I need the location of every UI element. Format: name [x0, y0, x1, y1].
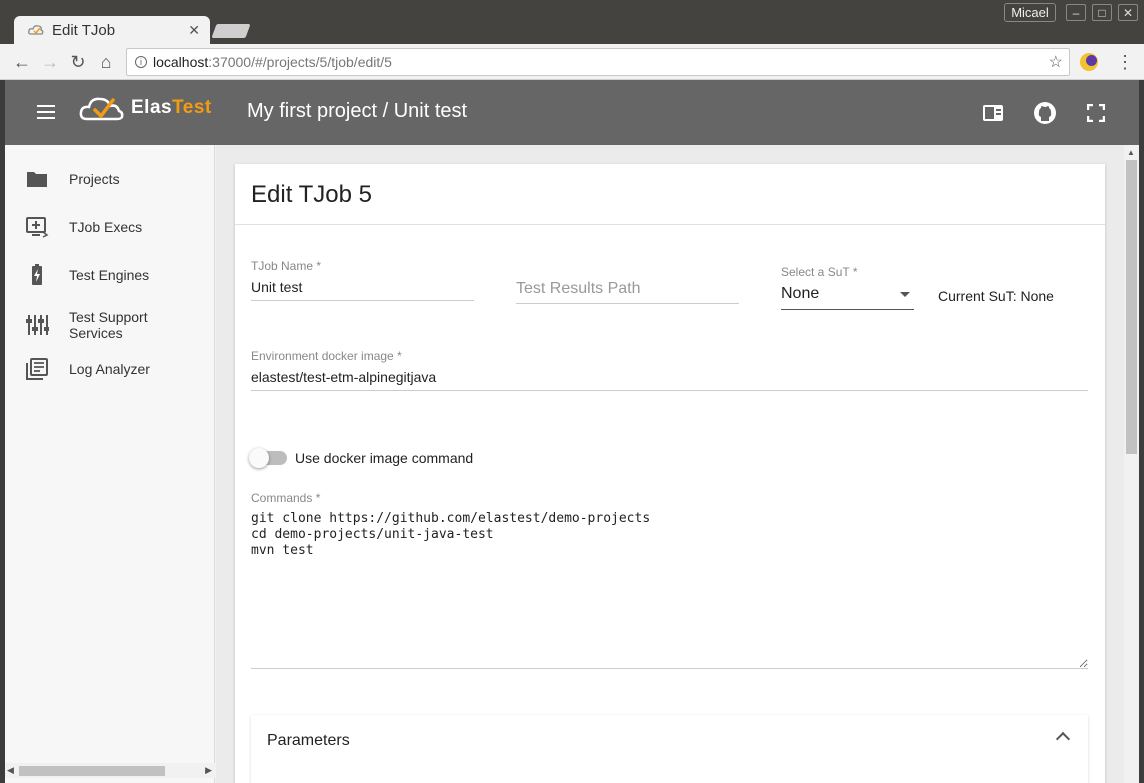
commands-label: Commands *: [251, 491, 321, 505]
docker-image-label: Environment docker image *: [251, 349, 402, 363]
sidebar-item-test-support-services[interactable]: Test Support Services: [5, 309, 215, 341]
reload-icon[interactable]: ↻: [68, 52, 88, 72]
tab-title: Edit TJob: [52, 21, 116, 39]
sidebar-item-tjob-execs[interactable]: TJob Execs: [5, 215, 215, 239]
sidebar-item-test-engines[interactable]: Test Engines: [5, 263, 215, 287]
docker-image-field[interactable]: Environment docker image * elastest/test…: [251, 349, 1088, 391]
test-results-path-input[interactable]: Test Results Path: [516, 280, 739, 304]
browser-titlebar: Edit TJob ✕ Micael – □ ✕: [0, 0, 1144, 44]
elastest-logo[interactable]: ElasTest: [79, 94, 212, 122]
url-host: localhost: [153, 54, 209, 70]
parameters-panel[interactable]: Parameters: [251, 715, 1088, 783]
current-sut-text: Current SuT: None: [938, 288, 1054, 304]
sidebar-item-projects[interactable]: Projects: [5, 167, 215, 191]
github-icon[interactable]: [1033, 101, 1057, 125]
menu-icon[interactable]: [37, 105, 55, 119]
main-content: Edit TJob 5 TJob Name * Unit test Test R…: [216, 145, 1124, 783]
parameters-title: Parameters: [267, 732, 350, 749]
tjob-name-label: TJob Name *: [251, 259, 322, 273]
add-to-queue-icon: [26, 217, 49, 238]
library-books-icon: [26, 358, 48, 380]
sidebar: Projects TJob Execs Test Engines Test Su…: [5, 145, 215, 783]
toggle-thumb: [249, 448, 269, 468]
page-title: Edit TJob 5: [251, 181, 372, 208]
sidebar-item-label: TJob Execs: [69, 219, 143, 235]
logo-text: ElasTest: [131, 97, 212, 118]
sidebar-item-label: Projects: [69, 171, 120, 187]
scroll-left-icon[interactable]: ◀: [7, 765, 14, 776]
tab-close-icon[interactable]: ✕: [188, 22, 200, 39]
scrollbar-thumb[interactable]: [1126, 160, 1137, 454]
elastest-app: ElasTest My first project / Unit test Pr…: [5, 80, 1139, 783]
scroll-right-icon[interactable]: ▶: [205, 765, 212, 776]
elastest-favicon-icon: [28, 25, 44, 35]
use-docker-command-toggle[interactable]: Use docker image command: [249, 448, 474, 468]
browser-menu-icon[interactable]: ⋮: [1116, 52, 1134, 73]
docker-image-input[interactable]: elastest/test-etm-alpinegitjava: [251, 369, 1088, 391]
battery-charging-icon: [32, 264, 42, 285]
toggle-switch[interactable]: [249, 448, 287, 468]
fullscreen-icon[interactable]: [1087, 104, 1105, 122]
side-panel-icon[interactable]: [982, 102, 1004, 124]
extension-icon[interactable]: [1080, 53, 1098, 71]
browser-tab[interactable]: Edit TJob ✕: [14, 16, 210, 44]
sut-select-value[interactable]: None: [781, 285, 914, 310]
sidebar-item-label: Test Support Services: [69, 309, 148, 341]
browser-toolbar: ← → ↻ ⌂ i localhost:37000/#/projects/5/t…: [0, 44, 1144, 80]
breadcrumb: My first project / Unit test: [247, 100, 468, 122]
sut-select[interactable]: Select a SuT * None: [781, 265, 914, 310]
scrollbar-thumb[interactable]: [19, 766, 165, 776]
sidebar-item-label: Log Analyzer: [69, 361, 150, 377]
minimize-icon[interactable]: –: [1066, 4, 1086, 21]
divider: [235, 224, 1105, 225]
vertical-scrollbar[interactable]: ▲: [1124, 145, 1139, 783]
commands-field[interactable]: Commands * git clone https://github.com/…: [251, 491, 1088, 669]
back-icon[interactable]: ←: [12, 52, 32, 72]
dropdown-arrow-icon: [900, 291, 910, 297]
folder-icon: [27, 172, 47, 187]
new-tab-button[interactable]: [211, 24, 251, 38]
bookmark-star-icon[interactable]: ☆: [1049, 52, 1063, 72]
address-bar[interactable]: i localhost:37000/#/projects/5/tjob/edit…: [126, 48, 1070, 76]
scroll-up-icon[interactable]: ▲: [1127, 148, 1135, 157]
maximize-icon[interactable]: □: [1092, 4, 1112, 21]
tune-icon: [26, 315, 49, 335]
horizontal-scrollbar[interactable]: ◀ ▶: [5, 763, 215, 778]
site-info-icon[interactable]: i: [135, 56, 147, 68]
sidebar-item-label: Test Engines: [69, 267, 150, 283]
sut-select-label: Select a SuT *: [781, 265, 858, 279]
test-results-path-field[interactable]: Test Results Path: [516, 280, 739, 304]
close-window-icon[interactable]: ✕: [1118, 4, 1138, 21]
edit-tjob-card: Edit TJob 5 TJob Name * Unit test Test R…: [235, 164, 1105, 783]
url-path: :37000/#/projects/5/tjob/edit/5: [208, 54, 392, 70]
sidebar-item-log-analyzer[interactable]: Log Analyzer: [5, 357, 215, 381]
tjob-name-input[interactable]: Unit test: [251, 279, 474, 301]
home-icon[interactable]: ⌂: [96, 52, 116, 72]
tjob-name-field[interactable]: TJob Name * Unit test: [251, 259, 474, 301]
toggle-label: Use docker image command: [295, 450, 474, 466]
commands-textarea[interactable]: git clone https://github.com/elastest/de…: [251, 511, 1088, 669]
profile-button[interactable]: Micael: [1004, 3, 1056, 22]
chevron-up-icon[interactable]: [1055, 731, 1071, 747]
app-header: ElasTest My first project / Unit test: [5, 80, 1139, 145]
logo-cloud-icon: [79, 97, 124, 121]
forward-icon[interactable]: →: [40, 52, 60, 72]
